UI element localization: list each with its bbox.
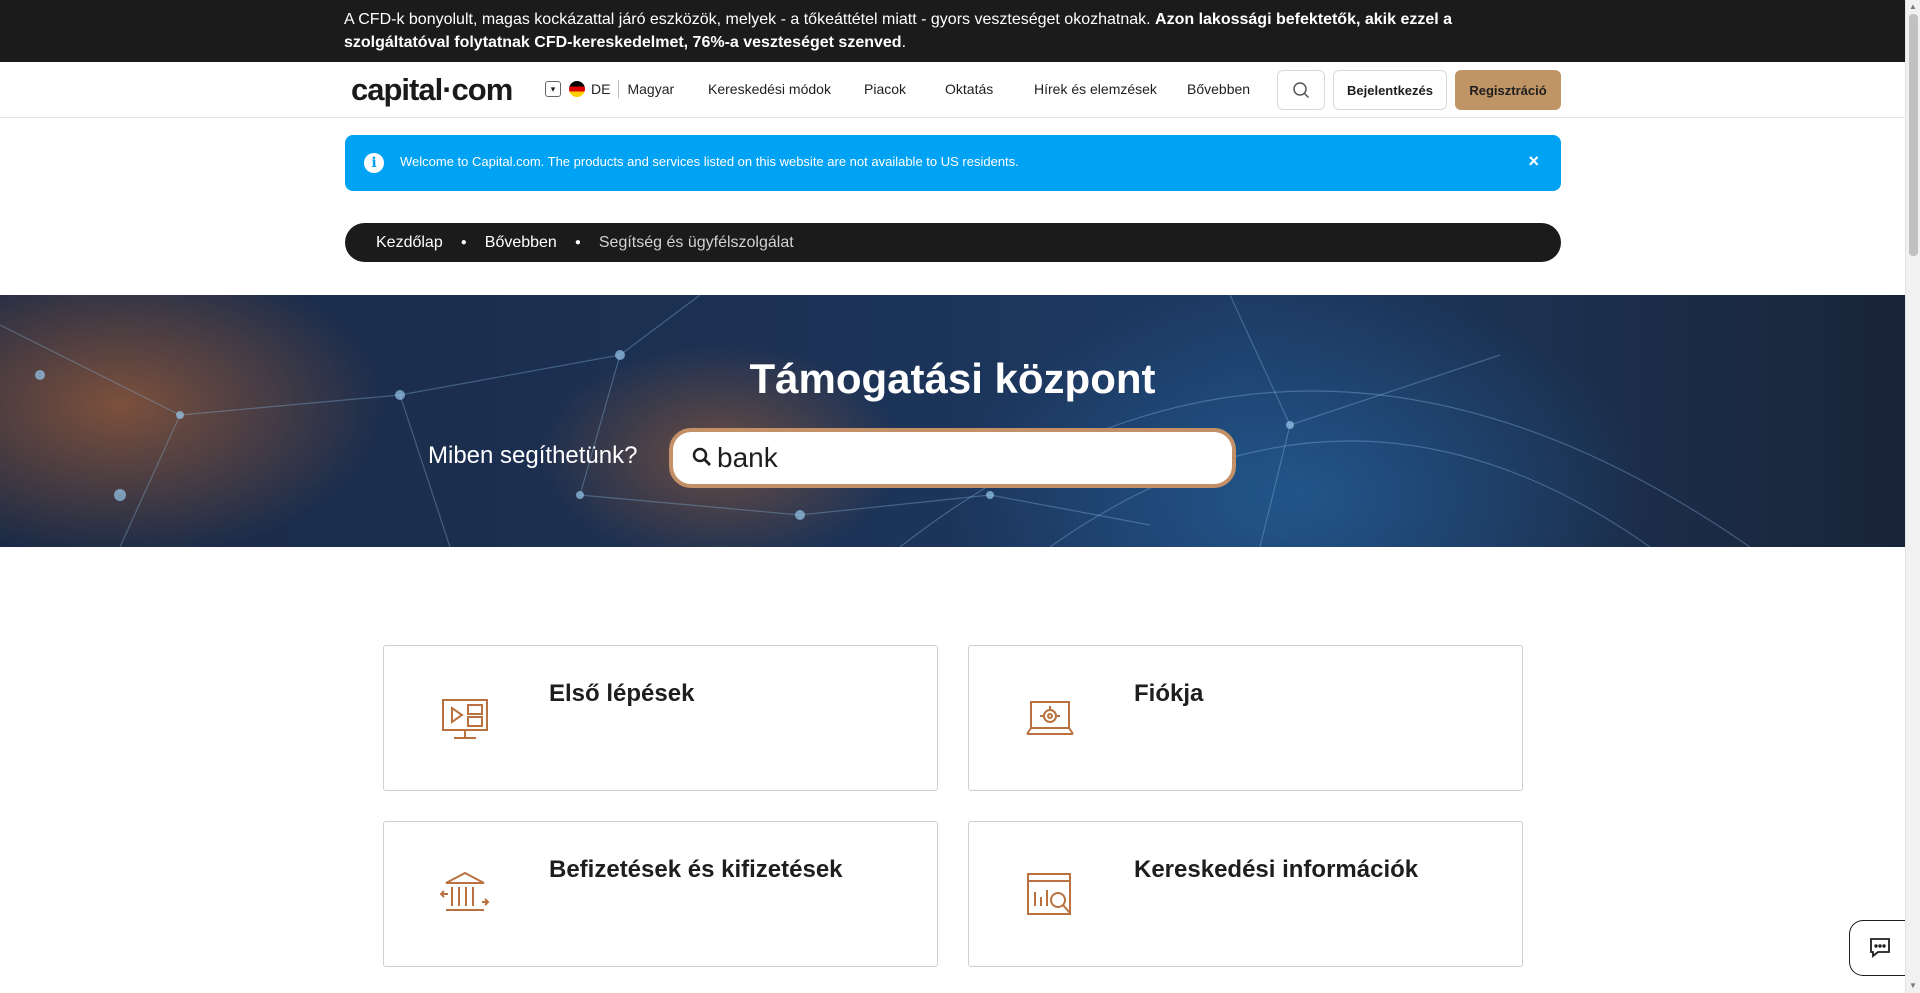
- login-button[interactable]: Bejelentkezés: [1333, 70, 1447, 110]
- breadcrumb: Kezdőlap ● Bővebben ● Segítség és ügyfél…: [345, 223, 1561, 262]
- category-card-account[interactable]: Fiókja: [968, 645, 1523, 791]
- card-title: Fiókja: [1134, 680, 1204, 707]
- video-screen-icon: [442, 699, 488, 739]
- search-icon: [1293, 82, 1310, 99]
- nav-education[interactable]: Oktatás: [945, 81, 993, 97]
- page-scrollbar[interactable]: ▲ ▼: [1905, 0, 1920, 993]
- chevron-down-icon: ▾: [545, 81, 561, 97]
- breadcrumb-home[interactable]: Kezdőlap: [376, 234, 443, 252]
- chart-search-icon: [1027, 873, 1071, 915]
- support-hero: Támogatási központ Miben segíthetünk?: [0, 295, 1905, 547]
- info-icon: i: [364, 153, 384, 173]
- page-title: Támogatási központ: [749, 355, 1156, 402]
- risk-warning-banner: A CFD-k bonyolult, magas kockázattal jár…: [0, 0, 1905, 62]
- site-header: capital·com ▾ DE Magyar Kereskedési módo…: [0, 62, 1905, 118]
- laptop-gear-icon: [1026, 701, 1074, 735]
- card-title: Befizetések és kifizetések: [549, 856, 843, 883]
- card-title: Kereskedési információk: [1134, 856, 1419, 883]
- us-residents-notice: i Welcome to Capital.com. The products a…: [345, 135, 1561, 191]
- category-card-getting-started[interactable]: Első lépések: [383, 645, 938, 791]
- capital-logo[interactable]: capital·com: [351, 72, 513, 108]
- language-selector[interactable]: ▾ DE Magyar: [545, 80, 674, 98]
- breadcrumb-separator: ●: [574, 237, 581, 248]
- german-flag-icon: [569, 81, 585, 97]
- region-code: DE: [591, 81, 611, 97]
- category-card-trading-info[interactable]: Kereskedési információk: [968, 821, 1523, 967]
- nav-trading-modes[interactable]: Kereskedési módok: [708, 81, 831, 97]
- risk-warning-text: A CFD-k bonyolult, magas kockázattal jár…: [344, 8, 1484, 54]
- notice-text: Welcome to Capital.com. The products and…: [400, 154, 1019, 169]
- card-title: Első lépések: [549, 680, 695, 707]
- help-search-box[interactable]: [669, 428, 1236, 488]
- risk-warning-end: .: [901, 34, 907, 51]
- breadcrumb-current: Segítség és ügyfélszolgálat: [598, 233, 794, 251]
- network-background-graphic: [0, 295, 1751, 547]
- breadcrumb-separator: ●: [460, 237, 467, 248]
- search-prompt-label: Miben segíthetünk?: [428, 442, 638, 469]
- language-label: Magyar: [627, 81, 675, 97]
- bank-transfer-icon: [440, 871, 490, 911]
- scrollbar-thumb[interactable]: [1909, 14, 1918, 256]
- scroll-down-arrow[interactable]: ▼: [1909, 981, 1917, 990]
- breadcrumb-more[interactable]: Bővebben: [485, 234, 557, 252]
- header-search-button[interactable]: [1277, 70, 1325, 110]
- scroll-up-arrow[interactable]: ▲: [1909, 2, 1917, 11]
- close-icon[interactable]: ×: [1528, 151, 1539, 172]
- risk-warning-plain: A CFD-k bonyolult, magas kockázattal jár…: [344, 11, 1156, 28]
- search-icon: [692, 447, 711, 466]
- category-card-deposits-withdrawals[interactable]: Befizetések és kifizetések: [383, 821, 938, 967]
- chat-bubble-icon: [1869, 938, 1890, 958]
- nav-news-analysis[interactable]: Hírek és elemzések: [1034, 81, 1157, 97]
- register-button[interactable]: Regisztráció: [1455, 70, 1561, 110]
- nav-markets[interactable]: Piacok: [864, 81, 906, 97]
- help-search-input[interactable]: [717, 438, 1217, 478]
- nav-more[interactable]: Bővebben: [1187, 81, 1250, 97]
- divider: [618, 80, 620, 98]
- chat-widget-button[interactable]: [1849, 920, 1909, 976]
